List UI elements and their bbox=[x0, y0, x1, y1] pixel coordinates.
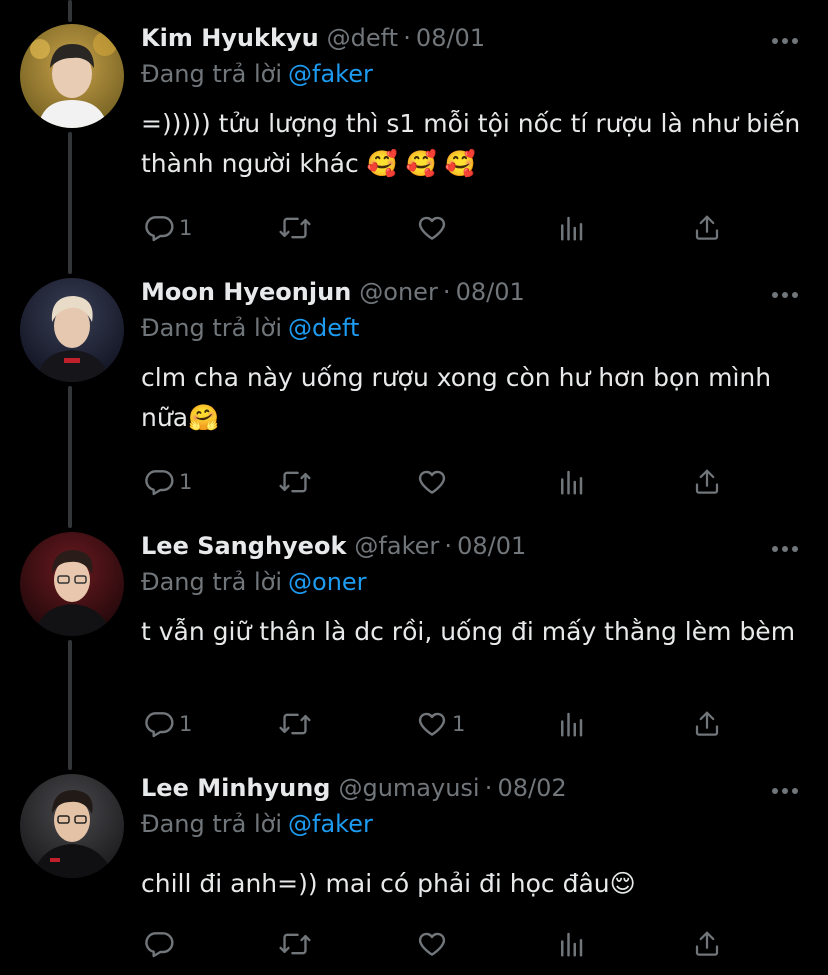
like-icon bbox=[418, 470, 446, 494]
reply-count: 1 bbox=[179, 712, 193, 736]
user-handle[interactable]: @oner bbox=[359, 278, 438, 306]
retweet-button[interactable] bbox=[278, 704, 316, 744]
share-button[interactable] bbox=[692, 462, 722, 502]
share-button[interactable] bbox=[692, 704, 722, 744]
separator-dot: · bbox=[403, 24, 411, 52]
analytics-button[interactable] bbox=[556, 924, 586, 964]
display-name[interactable]: Moon Hyeonjun bbox=[141, 278, 351, 306]
display-name[interactable]: Lee Sanghyeok bbox=[141, 532, 346, 560]
like-button[interactable] bbox=[416, 462, 452, 502]
tweet-text: =))))) tửu lượng thì s1 mỗi tội nốc tí r… bbox=[141, 109, 801, 178]
user-handle[interactable]: @gumayusi bbox=[338, 774, 479, 802]
reply-icon bbox=[145, 932, 174, 958]
tweet-text: clm cha này uống rượu xong còn hư hơn bọ… bbox=[141, 363, 772, 432]
share-icon bbox=[695, 931, 719, 956]
avatar[interactable] bbox=[20, 532, 124, 636]
mention-link[interactable]: @deft bbox=[288, 314, 359, 342]
separator-dot: · bbox=[444, 532, 452, 560]
share-button[interactable] bbox=[692, 924, 722, 964]
reply-icon bbox=[145, 216, 174, 242]
replying-to: Đang trả lời @faker bbox=[141, 810, 373, 838]
like-button[interactable]: 1 bbox=[416, 704, 465, 744]
tweet-date[interactable]: 08/01 bbox=[456, 278, 525, 306]
tweet[interactable]: Kim Hyukkyu @deft · 08/01 Đang trả lời @fa… bbox=[0, 24, 828, 254]
replying-to-label: Đang trả lời bbox=[141, 314, 283, 342]
retweet-button[interactable] bbox=[278, 208, 316, 248]
more-icon[interactable] bbox=[772, 786, 800, 798]
share-button[interactable] bbox=[692, 208, 722, 248]
display-name[interactable]: Kim Hyukkyu bbox=[141, 24, 319, 52]
more-icon[interactable] bbox=[772, 290, 800, 302]
reply-button[interactable]: 1 bbox=[143, 704, 192, 744]
tweet-text: chill đi anh=)) mai có phải đi học đâu😌 bbox=[141, 869, 636, 898]
user-handle[interactable]: @deft bbox=[327, 24, 398, 52]
reply-icon bbox=[145, 712, 174, 738]
tweet-date[interactable]: 08/01 bbox=[416, 24, 485, 52]
replying-to-label: Đang trả lời bbox=[141, 60, 283, 88]
avatar[interactable] bbox=[20, 774, 124, 878]
mention-link[interactable]: @faker bbox=[288, 810, 373, 838]
mention-link[interactable]: @faker bbox=[288, 60, 373, 88]
reply-button[interactable] bbox=[143, 924, 179, 964]
like-icon bbox=[418, 216, 446, 240]
avatar[interactable] bbox=[20, 278, 124, 382]
like-button[interactable] bbox=[416, 208, 452, 248]
analytics-button[interactable] bbox=[556, 208, 586, 248]
retweet-button[interactable] bbox=[278, 462, 316, 502]
retweet-icon bbox=[279, 217, 311, 239]
tweet-date[interactable]: 08/02 bbox=[497, 774, 566, 802]
mention-link[interactable]: @oner bbox=[288, 568, 367, 596]
analytics-icon bbox=[561, 470, 583, 495]
retweet-icon bbox=[279, 933, 311, 955]
avatar[interactable] bbox=[20, 24, 124, 128]
tweet-date[interactable]: 08/01 bbox=[457, 532, 526, 560]
share-icon bbox=[695, 711, 719, 736]
share-icon bbox=[695, 215, 719, 240]
tweet[interactable]: Moon Hyeonjun @oner · 08/01 Đang trả lời @… bbox=[0, 278, 828, 508]
retweet-button[interactable] bbox=[278, 924, 316, 964]
action-bar: 1 bbox=[0, 208, 828, 248]
reply-count: 1 bbox=[179, 470, 193, 494]
reply-button[interactable]: 1 bbox=[143, 208, 192, 248]
reply-count: 1 bbox=[179, 216, 193, 240]
replying-to: Đang trả lời @faker bbox=[141, 60, 373, 88]
replying-to-label: Đang trả lời bbox=[141, 568, 283, 596]
analytics-icon bbox=[561, 712, 583, 737]
tweet-text: t vẫn giữ thân là dc rồi, uống đi mấy th… bbox=[141, 617, 796, 646]
more-icon[interactable] bbox=[772, 36, 800, 48]
action-bar: 1 1 bbox=[0, 704, 828, 744]
analytics-icon bbox=[561, 932, 583, 957]
separator-dot: · bbox=[484, 774, 493, 802]
analytics-button[interactable] bbox=[556, 704, 586, 744]
like-icon bbox=[418, 932, 446, 956]
action-bar bbox=[0, 924, 828, 964]
share-icon bbox=[695, 469, 719, 494]
like-button[interactable] bbox=[416, 924, 452, 964]
reply-icon bbox=[145, 470, 174, 496]
display-name[interactable]: Lee Minhyung bbox=[141, 774, 330, 802]
replying-to: Đang trả lời @oner bbox=[141, 568, 367, 596]
more-icon[interactable] bbox=[772, 544, 800, 556]
reply-button[interactable]: 1 bbox=[143, 462, 192, 502]
retweet-icon bbox=[279, 713, 311, 735]
separator-dot: · bbox=[442, 278, 451, 306]
replying-to-label: Đang trả lời bbox=[141, 810, 283, 838]
action-bar: 1 bbox=[0, 462, 828, 502]
tweet[interactable]: Lee Minhyung @gumayusi · 08/02 Đang trả l… bbox=[0, 774, 828, 974]
tweet[interactable]: Lee Sanghyeok @faker · 08/01 Đang trả lời… bbox=[0, 532, 828, 758]
thread-line bbox=[68, 0, 72, 22]
analytics-icon bbox=[561, 216, 583, 241]
retweet-icon bbox=[279, 471, 311, 493]
replying-to: Đang trả lời @deft bbox=[141, 314, 359, 342]
analytics-button[interactable] bbox=[556, 462, 586, 502]
like-count: 1 bbox=[452, 712, 466, 736]
like-icon bbox=[418, 712, 446, 736]
user-handle[interactable]: @faker bbox=[354, 532, 439, 560]
